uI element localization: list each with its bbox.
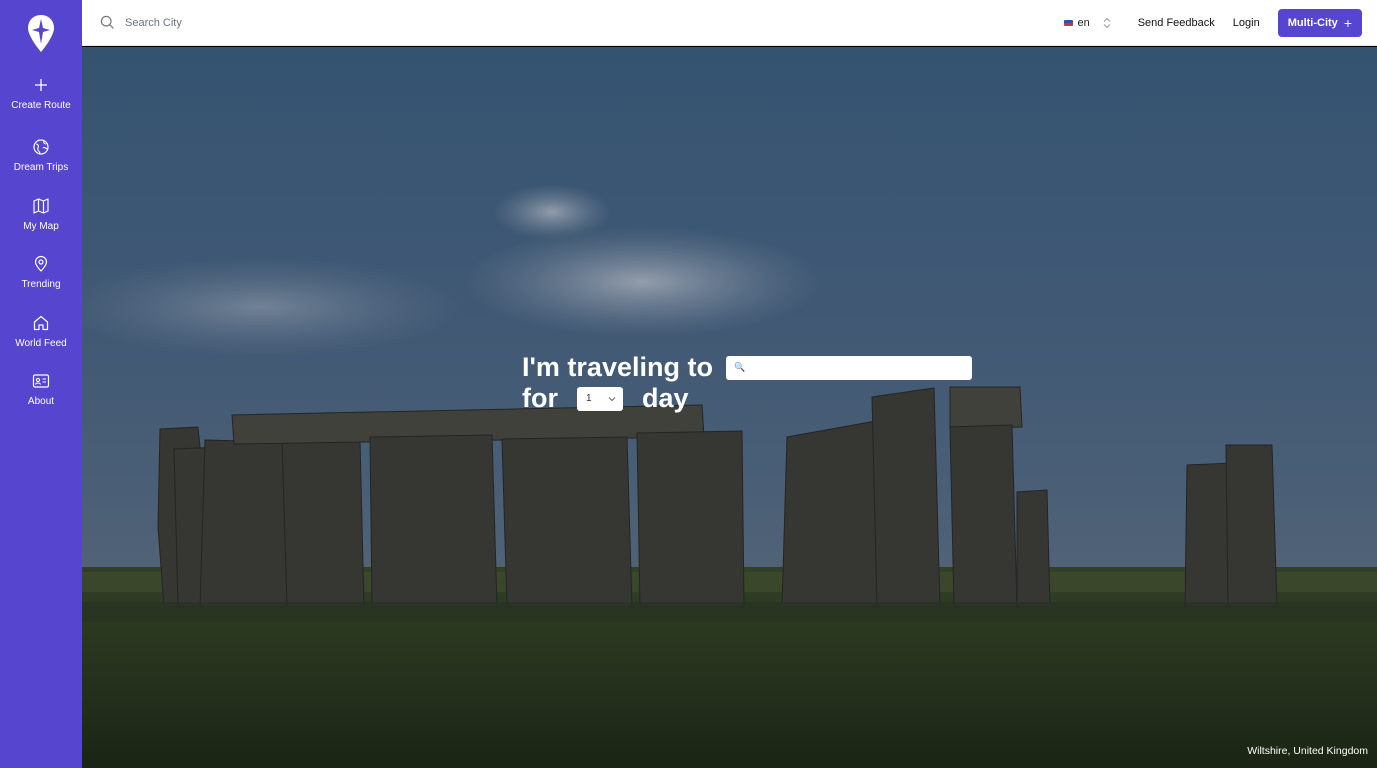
sidebar-item-trending[interactable]: Trending (0, 255, 82, 314)
sidebar-nav: Create Route Dream Trips My Map Trending (0, 76, 82, 431)
login-link[interactable]: Login (1233, 17, 1260, 29)
flag-icon (1064, 19, 1074, 26)
sidebar-item-my-map[interactable]: My Map (0, 197, 82, 256)
sidebar-item-label: World Feed (15, 337, 67, 349)
top-bar-actions: en Send Feedback Login Multi-City + (1064, 0, 1377, 45)
home-icon (33, 315, 49, 330)
language-value: en (1077, 16, 1090, 29)
days-select[interactable]: 1 (577, 386, 623, 411)
plus-icon: + (1343, 14, 1352, 31)
location-pin-icon (34, 255, 48, 272)
sidebar-item-dream-trips[interactable]: Dream Trips (0, 138, 82, 197)
photo-location-caption: Wiltshire, United Kingdom (1247, 745, 1368, 757)
city-search-input[interactable] (125, 16, 425, 29)
prompt-row-duration: for 1 day (522, 383, 972, 414)
search-icon (100, 15, 114, 29)
hero-banner: I'm traveling to 🔍 for 1 day Wiltshire, … (82, 47, 1377, 768)
magnifier-icon: 🔍 (733, 362, 746, 372)
travel-prompt: I'm traveling to 🔍 for 1 day (522, 352, 972, 414)
prompt-traveling-to: I'm traveling to (522, 352, 713, 382)
prompt-day: day (642, 383, 689, 413)
sidebar: Create Route Dream Trips My Map Trending (0, 0, 82, 768)
multi-city-button[interactable]: Multi-City + (1277, 8, 1362, 37)
destination-field[interactable]: 🔍 (725, 355, 972, 380)
language-selector[interactable]: en (1064, 17, 1111, 29)
prompt-row-destination: I'm traveling to 🔍 (522, 352, 972, 383)
compass-pin-logo-icon[interactable] (26, 14, 56, 54)
city-search (100, 15, 500, 30)
id-card-icon (32, 374, 50, 388)
sidebar-item-label: About (27, 396, 55, 407)
multi-city-label: Multi-City (1287, 16, 1338, 29)
sidebar-item-world-feed[interactable]: World Feed (0, 314, 82, 373)
send-feedback-link[interactable]: Send Feedback (1138, 17, 1215, 29)
sidebar-item-label: Create Route (11, 100, 71, 111)
sidebar-item-label: My Map (23, 220, 59, 232)
prompt-for: for (522, 383, 558, 413)
chevron-up-down-icon (1103, 17, 1111, 28)
plus-icon (35, 79, 47, 91)
globe-icon (33, 139, 49, 155)
map-icon (33, 197, 49, 214)
top-bar: en Send Feedback Login Multi-City + (82, 0, 1377, 46)
days-value: 1 (586, 393, 592, 404)
chevron-down-icon (608, 396, 616, 401)
destination-input[interactable] (749, 360, 970, 375)
sidebar-item-about[interactable]: About (0, 372, 82, 431)
sidebar-item-label: Dream Trips (13, 162, 69, 173)
sidebar-item-create-route[interactable]: Create Route (0, 76, 82, 138)
sidebar-item-label: Trending (21, 279, 61, 290)
